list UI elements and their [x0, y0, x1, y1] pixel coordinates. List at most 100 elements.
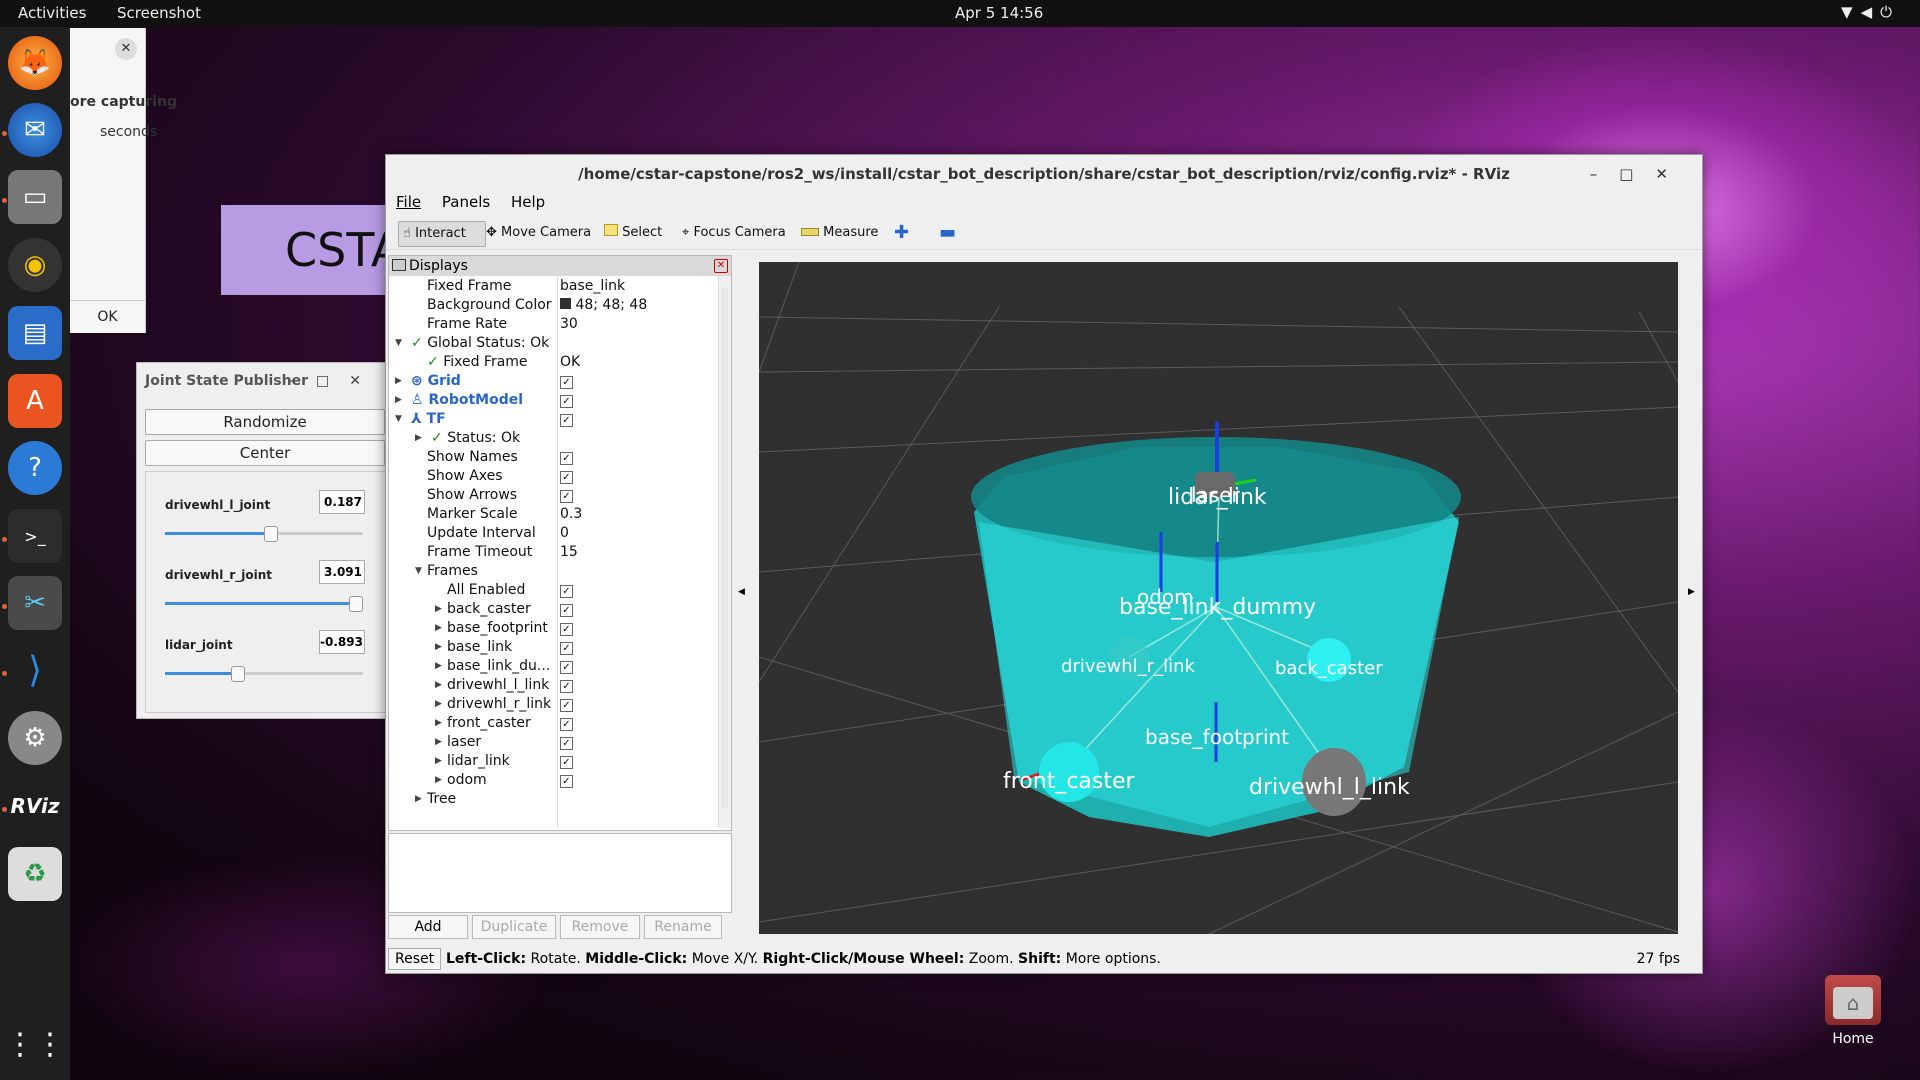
joint-slider[interactable]: [165, 596, 363, 612]
tree-row[interactable]: Frame Rate 30: [389, 315, 713, 334]
scrollbar[interactable]: [718, 276, 731, 828]
app-center-icon[interactable]: A: [8, 374, 62, 428]
expand-arrow-icon[interactable]: ▶: [435, 733, 442, 752]
tree-row[interactable]: All Enabled ✓: [389, 581, 713, 600]
tree-row[interactable]: ▶ base_link ✓: [389, 638, 713, 657]
tree-row[interactable]: ✓ Fixed Frame OK: [389, 353, 713, 372]
tree-row[interactable]: ▶ base_link_du... ✓: [389, 657, 713, 676]
show-apps-icon[interactable]: ⋮⋮: [5, 1017, 65, 1071]
checkbox[interactable]: ✓: [560, 642, 573, 655]
close-icon[interactable]: ✕: [714, 259, 728, 273]
expand-arrow-icon[interactable]: ▶: [395, 372, 402, 391]
menu-file[interactable]: File: [396, 193, 421, 211]
tree-row[interactable]: ▶ ♙ RobotModel ✓: [389, 391, 713, 410]
window-controls[interactable]: –□✕: [289, 363, 381, 399]
expand-arrow-icon[interactable]: ▶: [435, 676, 442, 695]
tree-row[interactable]: ▶ drivewhl_r_link ✓: [389, 695, 713, 714]
activities-button[interactable]: Activities: [18, 4, 86, 22]
tree-row[interactable]: ▶ drivewhl_l_link ✓: [389, 676, 713, 695]
checkbox[interactable]: ✓: [560, 395, 573, 408]
expand-arrow-icon[interactable]: ▼: [415, 562, 422, 581]
slider-handle[interactable]: [264, 526, 278, 542]
tree-row[interactable]: ▶ ⊛ Grid ✓: [389, 372, 713, 391]
expand-arrow-icon[interactable]: ▶: [415, 790, 422, 809]
system-tray[interactable]: ▼◀⏻: [1841, 3, 1900, 21]
color-swatch[interactable]: [560, 298, 571, 309]
vscode-icon[interactable]: ⟩: [8, 643, 62, 697]
close-icon[interactable]: ✕: [115, 38, 137, 60]
writer-icon[interactable]: ▤: [8, 306, 62, 360]
tree-row[interactable]: ▶ ✓ Status: Ok: [389, 429, 713, 448]
expand-arrow-icon[interactable]: ▶: [435, 619, 442, 638]
3d-viewport[interactable]: lidar_link laser odom base_link_dummy dr…: [759, 262, 1678, 934]
tree-row[interactable]: Background Color 48; 48; 48: [389, 296, 713, 315]
tree-row[interactable]: ▶ laser ✓: [389, 733, 713, 752]
collapse-left-arrow-icon[interactable]: ◀: [738, 587, 745, 597]
screenshot-icon[interactable]: ✂: [8, 576, 62, 630]
duplicate-button[interactable]: Duplicate: [472, 915, 556, 939]
reset-button[interactable]: Reset: [388, 948, 442, 970]
tree-row[interactable]: ▶ Tree: [389, 790, 713, 809]
expand-arrow-icon[interactable]: ▶: [435, 638, 442, 657]
help-icon[interactable]: ?: [8, 441, 62, 495]
slider-handle[interactable]: [349, 596, 363, 612]
checkbox[interactable]: ✓: [560, 699, 573, 712]
tree-row[interactable]: Show Arrows ✓: [389, 486, 713, 505]
clock[interactable]: Apr 5 14:56: [955, 4, 1043, 22]
tree-row[interactable]: Update Interval 0: [389, 524, 713, 543]
expand-arrow-icon[interactable]: ▶: [435, 600, 442, 619]
expand-arrow-icon[interactable]: ▶: [435, 695, 442, 714]
rhythmbox-icon[interactable]: ◉: [8, 238, 62, 292]
checkbox[interactable]: ✓: [560, 623, 573, 636]
remove-button[interactable]: Remove: [560, 915, 640, 939]
window-controls[interactable]: –□✕: [1590, 155, 1690, 193]
expand-arrow-icon[interactable]: ▶: [415, 429, 422, 448]
tree-row[interactable]: Fixed Frame base_link: [389, 277, 713, 296]
focus-camera-tool[interactable]: ⌖ Focus Camera: [682, 221, 786, 245]
tree-row[interactable]: Marker Scale 0.3: [389, 505, 713, 524]
add-button[interactable]: Add: [388, 915, 468, 939]
expand-arrow-icon[interactable]: ▶: [395, 391, 402, 410]
joint-value-field[interactable]: 0.187: [319, 490, 365, 514]
joint-slider[interactable]: [165, 666, 363, 682]
center-button[interactable]: Center: [145, 440, 385, 466]
randomize-button[interactable]: Randomize: [145, 409, 385, 435]
checkbox[interactable]: ✓: [560, 585, 573, 598]
checkbox[interactable]: ✓: [560, 471, 573, 484]
select-tool[interactable]: Select: [604, 221, 662, 245]
tree-row[interactable]: ▶ back_caster ✓: [389, 600, 713, 619]
tree-row[interactable]: ▼ ✓ Global Status: Ok: [389, 334, 713, 353]
checkbox[interactable]: ✓: [560, 452, 573, 465]
collapse-right-arrow-icon[interactable]: ▶: [1688, 587, 1695, 597]
joint-value-field[interactable]: -0.893: [319, 630, 365, 654]
tree-row[interactable]: ▼ Frames: [389, 562, 713, 581]
tree-row[interactable]: Frame Timeout 15: [389, 543, 713, 562]
joint-slider[interactable]: [165, 526, 363, 542]
checkbox[interactable]: ✓: [560, 756, 573, 769]
active-app-label[interactable]: Screenshot: [117, 4, 201, 22]
measure-tool[interactable]: Measure: [801, 221, 878, 245]
window-titlebar[interactable]: /home/cstar-capstone/ros2_ws/install/cst…: [386, 155, 1702, 193]
checkbox[interactable]: ✓: [560, 661, 573, 674]
joint-value-field[interactable]: 3.091: [319, 560, 365, 584]
slider-handle[interactable]: [231, 666, 245, 682]
add-tool-icon[interactable]: ✚: [894, 221, 909, 245]
move-camera-tool[interactable]: ✥ Move Camera: [486, 221, 591, 245]
tree-row[interactable]: ▶ odom ✓: [389, 771, 713, 790]
rename-button[interactable]: Rename: [644, 915, 722, 939]
tree-row[interactable]: Show Axes ✓: [389, 467, 713, 486]
interact-tool[interactable]: ☝ Interact: [398, 221, 486, 247]
checkbox[interactable]: ✓: [560, 414, 573, 427]
expand-arrow-icon[interactable]: ▼: [395, 334, 402, 353]
home-desktop-icon[interactable]: ⌂ Home: [1820, 975, 1886, 1047]
ok-button[interactable]: OK: [70, 300, 145, 334]
checkbox[interactable]: ✓: [560, 376, 573, 389]
tree-row[interactable]: Show Names ✓: [389, 448, 713, 467]
tree-row[interactable]: ▶ front_caster ✓: [389, 714, 713, 733]
expand-arrow-icon[interactable]: ▶: [435, 657, 442, 676]
checkbox[interactable]: ✓: [560, 680, 573, 693]
window-titlebar[interactable]: Joint State Publisher –□✕: [137, 363, 387, 399]
files-icon[interactable]: ▭: [8, 170, 62, 224]
tree-row[interactable]: ▼ ⅄ TF ✓: [389, 410, 713, 429]
expand-arrow-icon[interactable]: ▶: [435, 771, 442, 790]
